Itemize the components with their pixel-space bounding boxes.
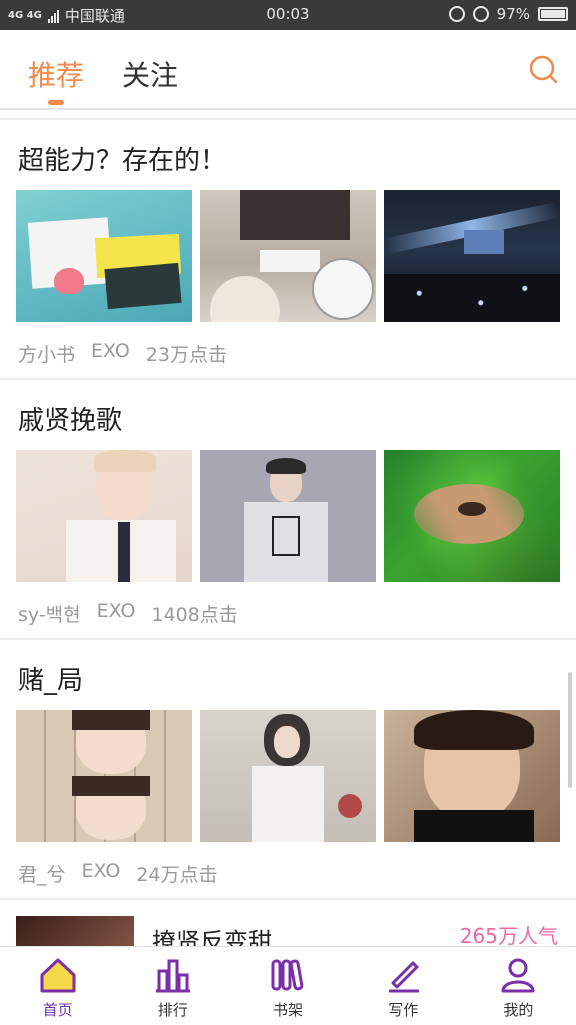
story-image[interactable] [384,710,560,842]
profile-icon [501,958,535,993]
nav-profile-label: 我的 [503,1001,534,1019]
story-image[interactable] [16,710,192,842]
mute-icon [448,6,465,22]
nav-home-label: 首页 [42,1001,73,1019]
story-image[interactable] [200,710,376,842]
story-image[interactable] [200,190,376,322]
story-image[interactable] [384,190,560,322]
story-title[interactable]: 撩贤反变甜 [152,922,272,946]
story-clicks: 23万点击 [145,344,227,366]
search-icon[interactable] [528,54,558,84]
story-clicks: 1408点击 [151,604,238,626]
nav-rank-label: 排行 [157,1001,188,1019]
bookshelf-icon [271,959,304,991]
story-category: EXO [81,860,121,882]
story-category: EXO [91,340,130,362]
story-images [16,710,560,842]
story-image[interactable] [384,450,560,582]
story-author[interactable]: sy-백현 [18,600,81,627]
active-tab-indicator [48,100,64,105]
rank-icon [155,959,190,993]
story-cover[interactable] [16,916,134,946]
story-meta: 君_兮 EXO 24万点击 [18,860,217,887]
status-right: 97% [448,5,568,23]
bottom-nav: 首页 排行 书架 写作 我的 [0,946,576,1025]
pen-icon [389,961,420,993]
home-icon [40,958,76,993]
story-image[interactable] [16,190,192,322]
story-popularity: 265万人气 [459,924,558,946]
story-image[interactable] [200,450,376,582]
story-title[interactable]: 超能力？存在的！ [18,140,226,177]
nav-bookshelf-label: 书架 [273,1001,304,1019]
scrollbar[interactable] [568,672,572,788]
battery-icon [538,7,568,21]
tab-recommend[interactable]: 推荐 [28,54,84,94]
rotation-lock-icon [472,6,489,22]
story-card[interactable]: 超能力？存在的！ 方小书 EXO 23万点击 [0,120,576,378]
battery-percent: 97% [496,5,530,23]
story-feed: 超能力？存在的！ 方小书 EXO 23万点击 戚贤挽歌 sy-백현 EXO 14… [0,118,576,946]
nav-profile[interactable]: 我的 [461,947,576,1025]
story-title[interactable]: 赌_局 [18,660,83,697]
story-author[interactable]: 君_兮 [18,860,66,887]
story-card[interactable]: 赌_局 君_兮 EXO 24万点击 [0,640,576,898]
story-meta: 方小书 EXO 23万点击 [18,340,227,367]
tab-follow[interactable]: 关注 [122,54,178,94]
story-image[interactable] [16,450,192,582]
nav-home[interactable]: 首页 [0,947,115,1025]
story-meta: sy-백현 EXO 1408点击 [18,600,238,627]
nav-bookshelf[interactable]: 书架 [230,947,345,1025]
story-list-item[interactable]: 撩贤反变甜 265万人气 [0,900,576,946]
story-clicks: 24万点击 [136,864,218,886]
story-images [16,190,560,322]
story-title[interactable]: 戚贤挽歌 [18,400,122,437]
story-card[interactable]: 戚贤挽歌 sy-백현 EXO 1408点击 [0,380,576,638]
story-author[interactable]: 方小书 [18,340,75,367]
story-images [16,450,560,582]
nav-rank[interactable]: 排行 [115,947,230,1025]
story-category: EXO [96,600,136,622]
top-header: 推荐 关注 [0,30,576,110]
nav-write-label: 写作 [388,1001,419,1019]
nav-write[interactable]: 写作 [346,947,461,1025]
status-bar: 4G 4G 中国联通 00:03 97% [0,0,576,30]
